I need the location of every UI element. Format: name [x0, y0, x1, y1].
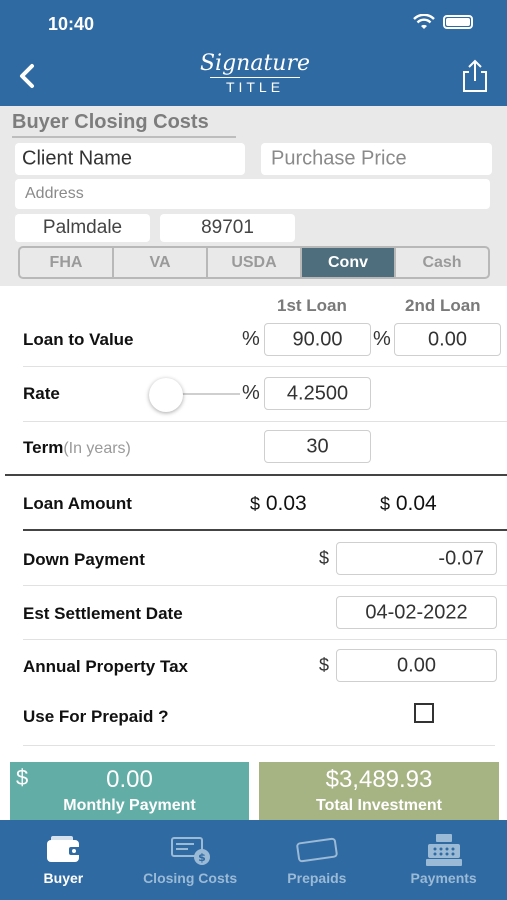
ltv-2nd-value: 0.00 [428, 328, 467, 350]
total-investment-tile: $3,489.93 Total Investment [259, 762, 499, 820]
monthly-payment-tile: $ 0.00 Monthly Payment [10, 762, 249, 820]
status-bar: 10:40 [0, 0, 507, 46]
settlement-label: Est Settlement Date [23, 604, 183, 623]
tab-prepaids[interactable]: Prepaids [254, 820, 381, 900]
tab-payments[interactable]: Payments [380, 820, 507, 900]
rate-input[interactable]: 4.2500 [264, 377, 371, 410]
loan-type-fha[interactable]: FHA [20, 248, 114, 277]
property-tax-dollar: $ [319, 655, 330, 675]
monthly-payment-label: Monthly Payment [63, 797, 196, 814]
share-button[interactable] [455, 56, 495, 96]
city-field[interactable]: Palmdale [15, 214, 150, 242]
dollar-sign: $ [380, 494, 391, 514]
address-field[interactable]: Address [15, 179, 490, 209]
settlement-date-value: 04-02-2022 [365, 601, 468, 623]
section-underline [12, 136, 236, 138]
loan-amount-2nd-value: 0.04 [395, 492, 437, 515]
ltv-1st-input[interactable]: 90.00 [264, 323, 371, 356]
zip-field[interactable]: 89701 [160, 214, 295, 242]
tab-bar: Buyer $ Closing Costs Prepaids Payments [0, 820, 507, 900]
wifi-icon [413, 14, 435, 29]
section-divider [5, 474, 507, 476]
down-payment-label: Down Payment [23, 550, 145, 569]
property-tax-input[interactable]: 0.00 [336, 649, 497, 682]
loan-amount-1st: $ 0.03 [250, 492, 307, 516]
loan-type-va[interactable]: VA [114, 248, 208, 277]
use-prepaid-label: Use For Prepaid ? [23, 707, 169, 726]
ltv-1st-value: 90.00 [292, 328, 343, 350]
logo-script: Signature [199, 51, 311, 76]
signature-title-logo: Signature TITLE [195, 51, 315, 101]
use-prepaid-checkbox[interactable] [414, 703, 434, 723]
back-button[interactable] [8, 56, 48, 96]
settlement-date-input[interactable]: 04-02-2022 [336, 596, 497, 629]
chevron-left-icon [20, 64, 34, 88]
battery-icon [443, 15, 473, 29]
loan-type-cash[interactable]: Cash [396, 248, 488, 277]
zip-value: 89701 [201, 217, 254, 238]
dollar-sign: $ [250, 494, 261, 514]
rate-percent: % [242, 382, 260, 404]
cash-register-icon [425, 834, 462, 866]
paid-stamp-icon [296, 837, 338, 863]
check-dollar-icon: $ [171, 837, 211, 865]
first-loan-header: 1st Loan [277, 296, 347, 315]
loan-amount-label: Loan Amount [23, 494, 132, 513]
term-label: Term(In years) [23, 438, 131, 458]
loan-type-usda[interactable]: USDA [208, 248, 302, 277]
monthly-payment-value: 0.00 [106, 766, 153, 793]
tab-closing-costs[interactable]: $ Closing Costs [127, 820, 254, 900]
loan-amount-2nd: $ 0.04 [380, 492, 437, 516]
property-tax-label: Annual Property Tax [23, 657, 188, 676]
term-input[interactable]: 30 [264, 430, 371, 463]
buyer-form: Buyer Closing Costs Client Name Purchase… [0, 106, 507, 286]
down-payment-dollar: $ [319, 548, 330, 568]
row-separator [23, 585, 507, 586]
section-title: Buyer Closing Costs [12, 111, 209, 133]
loan-amount-1st-value: 0.03 [265, 492, 307, 515]
term-value: 30 [306, 435, 329, 457]
rate-label: Rate [23, 384, 60, 403]
row-separator [23, 639, 507, 640]
property-tax-value: 0.00 [397, 654, 436, 676]
tab-buyer[interactable]: Buyer [0, 820, 127, 900]
tab-payments-label: Payments [410, 870, 477, 886]
term-sub-label: (In years) [63, 440, 131, 457]
rate-value: 4.2500 [286, 382, 349, 404]
row-separator [23, 421, 507, 422]
section-divider [23, 529, 507, 531]
address-placeholder: Address [25, 185, 84, 202]
row-separator [23, 366, 507, 367]
tab-buyer-label: Buyer [43, 870, 84, 886]
ltv-label: Loan to Value [23, 330, 134, 349]
tab-prepaids-label: Prepaids [287, 870, 347, 886]
ltv-percent-1: % [242, 328, 260, 350]
second-loan-header: 2nd Loan [405, 296, 481, 315]
wallet-icon [47, 836, 82, 862]
svg-text:$: $ [198, 851, 206, 864]
client-name-field[interactable]: Client Name [15, 143, 245, 175]
total-investment-label: Total Investment [316, 797, 442, 814]
loan-type-selector: FHA VA USDA Conv Cash [18, 246, 490, 279]
nav-bar: Signature TITLE [0, 46, 507, 106]
purchase-price-field[interactable]: Purchase Price [261, 143, 492, 175]
purchase-price-placeholder: Purchase Price [271, 147, 407, 170]
term-label-text: Term [23, 438, 64, 457]
client-name-value: Client Name [22, 147, 133, 170]
logo-word: TITLE [225, 79, 285, 95]
row-separator [23, 745, 495, 746]
down-payment-value: -0.07 [438, 547, 484, 569]
share-icon [463, 59, 487, 92]
status-time: 10:40 [48, 14, 95, 34]
ltv-percent-2: % [373, 328, 391, 350]
down-payment-input[interactable]: -0.07 [336, 542, 497, 575]
city-value: Palmdale [42, 217, 123, 238]
rate-slider-thumb[interactable] [149, 378, 183, 412]
tab-closing-costs-label: Closing Costs [143, 870, 238, 886]
ltv-2nd-input[interactable]: 0.00 [394, 323, 501, 356]
total-investment-value: $3,489.93 [325, 766, 433, 793]
loan-type-conv[interactable]: Conv [302, 248, 396, 277]
